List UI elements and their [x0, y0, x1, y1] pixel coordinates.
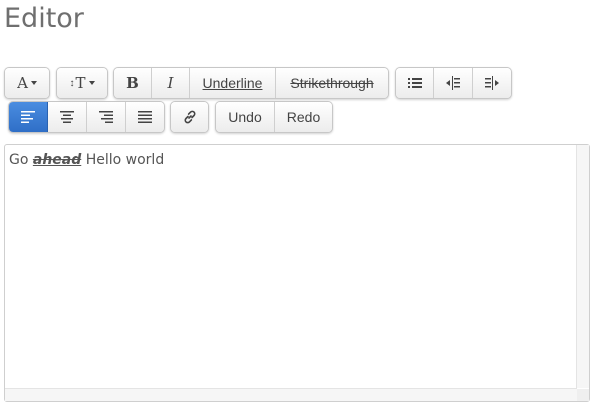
redo-button[interactable]: Redo — [275, 102, 332, 132]
font-family-group: A — [4, 67, 50, 99]
align-center-button[interactable] — [48, 102, 87, 132]
outdent-button[interactable] — [434, 68, 473, 98]
editor-content-area[interactable]: Go ahead Hello world — [4, 144, 590, 402]
align-right-icon — [99, 111, 113, 123]
vertical-scrollbar[interactable] — [576, 145, 589, 388]
editor-text-segment: Hello world — [81, 152, 165, 168]
font-size-button[interactable]: ↕ T — [57, 68, 107, 98]
editor-text-segment: Go — [9, 152, 33, 168]
align-left-icon — [21, 111, 35, 123]
alignment-group — [8, 101, 165, 133]
chevron-down-icon — [30, 81, 37, 85]
underline-button[interactable]: Underline — [190, 68, 276, 98]
outdent-icon — [446, 76, 461, 90]
history-group: Undo Redo — [215, 101, 333, 133]
undo-button[interactable]: Undo — [216, 102, 275, 132]
chevron-down-icon — [88, 81, 95, 85]
indent-button[interactable] — [472, 68, 511, 98]
list-ul-icon — [407, 78, 422, 88]
font-size-label: T — [75, 74, 86, 92]
editor-text-formatted-segment: ahead — [32, 152, 82, 168]
editor-text[interactable]: Go ahead Hello world — [9, 152, 164, 168]
insert-link-button[interactable] — [171, 102, 208, 132]
text-style-group: B I Underline Strikethrough — [113, 67, 389, 99]
indent-icon — [484, 76, 499, 90]
align-justify-icon — [138, 111, 152, 123]
align-left-button[interactable] — [9, 102, 48, 132]
font-family-label: A — [17, 74, 28, 92]
align-right-button[interactable] — [87, 102, 126, 132]
bold-button[interactable]: B — [114, 68, 152, 98]
scrollbar-corner — [577, 389, 589, 401]
page-title: Editor — [4, 3, 84, 34]
link-group — [170, 101, 209, 133]
strikethrough-button[interactable]: Strikethrough — [276, 68, 388, 98]
text-height-icon: ↕ — [69, 77, 75, 89]
italic-button[interactable]: I — [152, 68, 190, 98]
font-family-button[interactable]: A — [5, 68, 49, 98]
font-size-group: ↕ T — [56, 67, 108, 99]
justify-button[interactable] — [126, 102, 164, 132]
bullet-list-button[interactable] — [396, 68, 435, 98]
align-center-icon — [60, 111, 74, 123]
horizontal-scrollbar[interactable] — [5, 388, 577, 401]
link-icon — [184, 110, 195, 124]
list-indent-group — [395, 67, 512, 99]
